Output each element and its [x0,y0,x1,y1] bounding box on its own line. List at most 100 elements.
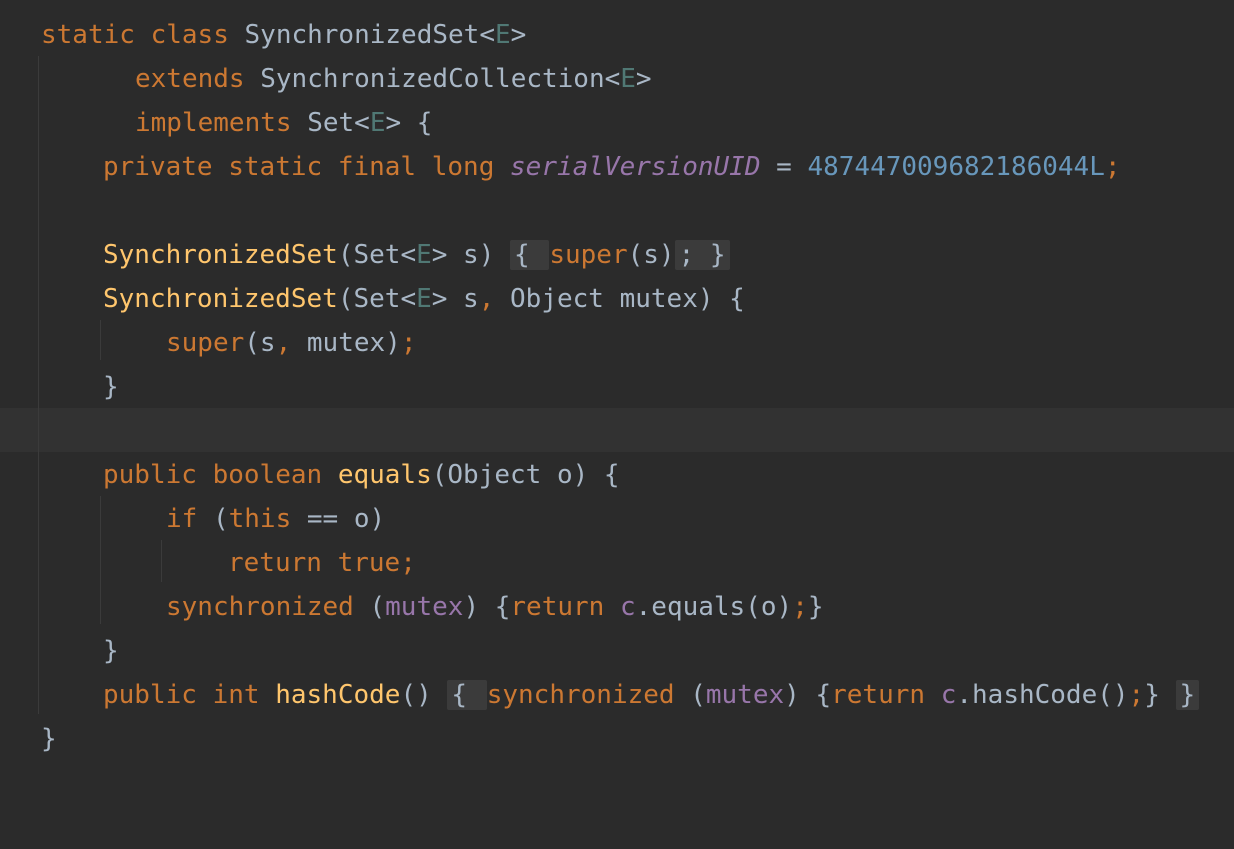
code-line-11[interactable]: public boolean equals(Object o) { [0,453,1234,497]
code-text: private static final long serialVersionU… [103,145,1121,189]
code-token: c [940,680,957,710]
code-line-7[interactable]: SynchronizedSet(Set<E> s, Object mutex) … [0,277,1234,321]
code-token: == o) [291,504,386,534]
code-line-4[interactable]: private static final long serialVersionU… [0,145,1234,189]
code-token: super [166,328,245,358]
code-line-13[interactable]: return true; [0,541,1234,585]
code-token: mutex [385,592,464,622]
code-line-17[interactable]: } [0,717,1234,761]
code-token: hashCode [275,680,401,710]
code-line-8[interactable]: super(s, mutex); [0,321,1234,365]
code-text: synchronized (mutex) {return c.equals(o)… [166,585,824,629]
code-token: static [228,152,323,182]
code-token: E [416,284,432,314]
code-token: equals [337,460,432,490]
code-token: if [166,504,198,534]
code-text: public int hashCode() { synchronized (mu… [103,673,1200,717]
code-token: implements [135,108,292,138]
code-token: ; [1104,152,1121,182]
code-token: SynchronizedSet [244,20,480,50]
code-token: static [41,20,135,50]
code-line-9[interactable]: } [0,365,1234,409]
code-token: public [103,680,197,710]
code-token: ( [337,284,354,314]
code-token: } [41,724,57,754]
code-token: } [103,636,119,666]
code-token: SynchronizedSet [103,284,338,314]
code-line-12[interactable]: if (this == o) [0,497,1234,541]
code-token: c [619,592,636,622]
code-token: SynchronizedCollection [260,64,605,94]
code-token: < [400,240,417,270]
code-line-1[interactable]: static class SynchronizedSet<E> [0,13,1234,57]
code-token: mutex) [291,328,401,358]
code-text: if (this == o) [166,497,385,541]
code-line-14[interactable]: synchronized (mutex) {return c.equals(o)… [0,585,1234,629]
code-token: E [494,20,511,50]
code-text: public boolean equals(Object o) { [103,453,620,497]
code-token: > [635,64,652,94]
code-token: ; [1128,680,1145,710]
code-text: static class SynchronizedSet<E> [41,13,526,57]
code-token: > { [385,108,433,138]
folded-region[interactable]: ; } [674,240,730,270]
code-text: implements Set<E> { [135,101,432,145]
code-token: > s) [431,240,511,270]
code-token: serialVersionUID [510,152,761,182]
folded-region[interactable]: { [510,240,550,270]
code-token: ; [400,328,417,358]
code-token: return [510,592,605,622]
code-token: 487447009682186044L [807,152,1105,182]
code-token: class [150,20,229,50]
code-line-2[interactable]: extends SynchronizedCollection<E> [0,57,1234,101]
code-token: , [478,284,495,314]
code-token: return [228,548,322,578]
code-token: (Object o) { [431,460,620,490]
code-text: extends SynchronizedCollection<E> [135,57,652,101]
code-token: > [510,20,527,50]
code-line-15[interactable]: } [0,629,1234,673]
code-token: true [337,548,401,578]
code-line-6[interactable]: SynchronizedSet(Set<E> s) { super(s); } [0,233,1234,277]
folded-region[interactable]: { [447,680,487,710]
code-token: SynchronizedSet [103,240,338,270]
code-token: ; [792,592,808,622]
code-token: () [400,680,432,710]
code-token: E [620,64,636,94]
code-token: private [103,152,213,182]
code-token: .equals(o) [635,592,793,622]
code-token: ( [353,592,386,622]
code-token: .hashCode() [956,680,1129,710]
code-token: Object mutex) { [494,284,745,314]
code-text: } [103,365,119,409]
code-line-10[interactable] [0,409,1234,453]
code-token: ) { [463,592,511,622]
code-token: final [337,152,417,182]
code-line-5[interactable] [0,189,1234,233]
code-line-3[interactable]: implements Set<E> { [0,101,1234,145]
code-text: super(s, mutex); [166,321,416,365]
code-token: this [228,504,292,534]
code-token: return [831,680,926,710]
code-token: mutex [705,680,785,710]
code-token: < [479,20,495,50]
code-token: E [369,108,386,138]
code-line-16[interactable]: public int hashCode() { synchronized (mu… [0,673,1234,717]
code-editor[interactable]: static class SynchronizedSet<E> extends … [0,0,1234,784]
code-token: } [807,592,824,622]
code-token: E [416,240,432,270]
code-token: extends [135,64,245,94]
folded-region[interactable]: } [1175,680,1200,710]
